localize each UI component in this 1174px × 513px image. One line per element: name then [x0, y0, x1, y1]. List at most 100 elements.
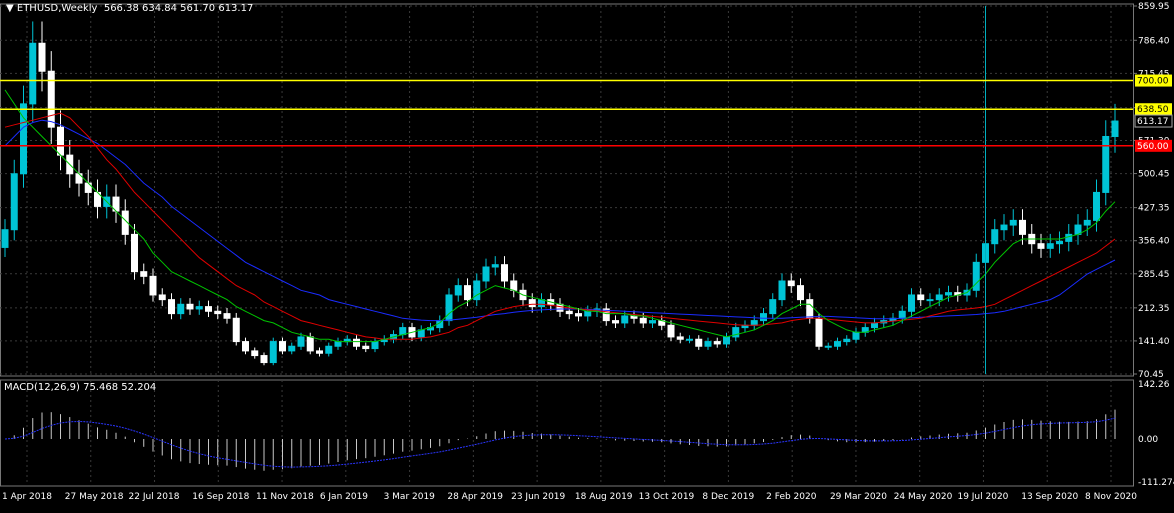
candle-body — [917, 294, 925, 301]
time-tick-label: 13 Sep 2020 — [1021, 492, 1078, 502]
price-tick-label: 70.45 — [1138, 370, 1164, 380]
time-tick-label: 29 Mar 2020 — [830, 492, 887, 502]
macd-tick-label: 0.00 — [1138, 435, 1158, 445]
candle-body — [353, 338, 360, 347]
candle-body — [926, 299, 934, 302]
time-tick-label: 1 Apr 2018 — [2, 492, 52, 502]
price-tick-label: 212.35 — [1138, 304, 1170, 314]
price-tick-label: 427.35 — [1138, 204, 1170, 214]
candle-body — [168, 299, 175, 315]
candle-body — [935, 294, 943, 301]
candle-body — [1056, 240, 1063, 245]
candle-body — [778, 280, 786, 301]
candle-body — [1111, 120, 1119, 137]
candle-body — [806, 299, 814, 319]
candle-body — [131, 233, 138, 273]
level-label: 700.00 — [1137, 77, 1169, 87]
candle-body — [908, 294, 915, 312]
candle-body — [667, 324, 675, 338]
candle-body — [297, 336, 305, 347]
candle-body — [334, 341, 342, 347]
candle-body — [47, 70, 55, 128]
chart-root[interactable]: 859.95786.40715.45641.90571.30500.45427.… — [0, 0, 1174, 509]
candle-body — [621, 315, 629, 324]
candle-body — [1093, 191, 1100, 221]
candle-body — [214, 310, 222, 315]
candle-body — [501, 264, 508, 282]
macd-panel-frame — [0, 379, 1134, 487]
candle-body — [260, 355, 268, 364]
candle-body — [205, 306, 212, 312]
candle-body — [565, 310, 573, 315]
macd-label: MACD(12,26,9) 75.468 52.204 — [4, 382, 157, 393]
time-tick-label: 22 Jul 2018 — [129, 492, 180, 502]
price-panel-frame — [0, 3, 1134, 377]
candle-body — [1065, 233, 1073, 242]
time-tick-label: 23 Jun 2019 — [511, 492, 565, 502]
time-tick-label: 8 Dec 2019 — [702, 492, 754, 502]
candle-body — [10, 173, 18, 231]
time-tick-label: 18 Aug 2019 — [575, 492, 633, 502]
candle-body — [232, 317, 240, 343]
candle-body — [991, 229, 999, 245]
chart-svg[interactable]: 859.95786.40715.45641.90571.30500.45427.… — [0, 0, 1174, 509]
candle-body — [195, 306, 203, 310]
time-tick-label: 13 Oct 2019 — [639, 492, 695, 502]
time-tick-label: 28 Apr 2019 — [447, 492, 503, 502]
candle-body — [723, 336, 730, 345]
ohlc-readout: 566.38 634.84 561.70 613.17 — [103, 3, 254, 14]
chart-header: ▼ ETHUSD,Weekly 566.38 634.84 561.70 613… — [6, 3, 253, 14]
level-label: 560.00 — [1137, 142, 1169, 152]
candle-body — [251, 350, 259, 357]
candle-body — [316, 350, 323, 354]
time-tick-label: 16 Sep 2018 — [192, 492, 249, 502]
level-label: 638.50 — [1137, 105, 1169, 115]
candle-body — [871, 322, 878, 329]
candle-body — [1, 229, 9, 248]
candle-body — [1037, 243, 1045, 249]
candle-body — [612, 320, 619, 324]
time-tick-label: 24 May 2020 — [894, 492, 953, 502]
candle-body — [676, 336, 684, 340]
candle-body — [834, 341, 841, 347]
candle-body — [575, 313, 582, 317]
candle-body — [371, 341, 379, 350]
candle-body — [769, 299, 777, 315]
candle-body — [140, 271, 148, 277]
candle-body — [1102, 135, 1110, 193]
candle-body — [57, 126, 64, 156]
candle-body — [149, 275, 157, 296]
candle-body — [898, 310, 906, 319]
candle-body — [1009, 219, 1017, 226]
macd-header: MACD(12,26,9) 75.468 52.204 — [4, 382, 156, 393]
macd-tick-label: -111.274 — [1138, 478, 1174, 488]
candle-body — [649, 320, 656, 324]
candle-body — [528, 299, 536, 308]
candle-body — [686, 338, 693, 341]
candle-body — [464, 285, 471, 301]
candle-body — [177, 303, 185, 315]
candle-body — [325, 345, 333, 354]
time-tick-label: 3 Mar 2019 — [384, 492, 436, 502]
candle-body — [399, 327, 407, 336]
candle-body — [288, 345, 296, 352]
symbol-label: ETHUSD,Weekly — [16, 3, 98, 14]
candle-body — [454, 285, 462, 296]
candle-body — [815, 317, 823, 347]
candle-body — [510, 280, 518, 291]
time-tick-label: 8 Nov 2020 — [1085, 492, 1137, 502]
time-tick-label: 11 Nov 2018 — [256, 492, 314, 502]
price-tick-label: 141.40 — [1138, 337, 1170, 347]
candle-body — [695, 338, 703, 347]
time-tick-label: 19 Jul 2020 — [957, 492, 1008, 502]
candle-body — [713, 341, 721, 345]
candle-body — [1000, 224, 1008, 231]
candle-body — [852, 331, 860, 340]
candle-body — [269, 341, 277, 364]
dropdown-triangle-icon[interactable]: ▼ — [6, 3, 17, 14]
candle-body — [186, 303, 194, 310]
candle-body — [556, 303, 564, 312]
macd-tick-label: 142.26 — [1138, 380, 1170, 390]
time-tick-label: 27 May 2018 — [65, 492, 124, 502]
current-price-label: 613.17 — [1137, 117, 1169, 127]
